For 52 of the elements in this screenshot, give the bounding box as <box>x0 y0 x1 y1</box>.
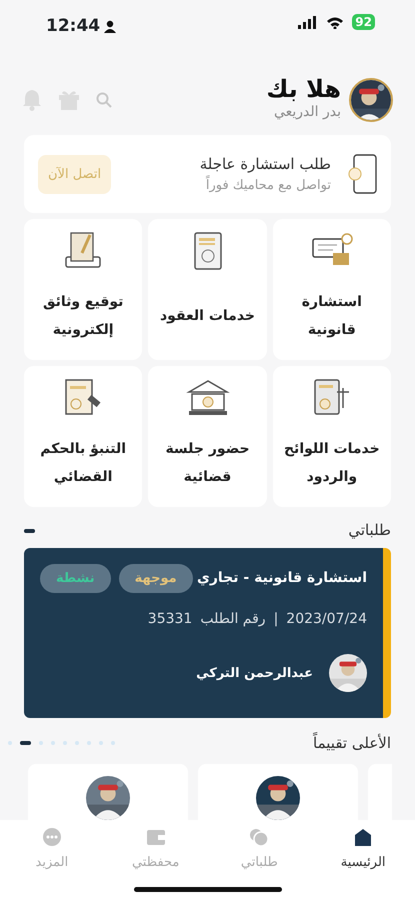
section-title: طلباتي <box>348 520 391 542</box>
service-card[interactable]: حضور جلسة قضائية <box>148 366 267 508</box>
wallet-icon <box>146 827 166 847</box>
service-label: التنبؤ بالحكم القضائي <box>40 440 126 487</box>
search-icon[interactable] <box>96 92 112 108</box>
request-number: 35331 <box>148 610 192 630</box>
urgent-title: طلب استشارة عاجلة <box>200 154 331 175</box>
service-label: حضور جلسة قضائية <box>165 440 250 487</box>
urgent-subtitle: تواصل مع محاميك فوراً <box>200 176 331 196</box>
lawyer-card[interactable] <box>28 764 188 820</box>
lawyer-card[interactable] <box>198 764 358 820</box>
page-indicator[interactable] <box>111 741 115 746</box>
status-tag: نشطة <box>40 564 111 594</box>
clock-time: 12:44 <box>46 15 100 38</box>
lawyer-name: عبدالرحمن التركي <box>196 664 313 683</box>
page-indicator[interactable] <box>87 741 91 746</box>
service-label: خدمات العقود <box>160 306 256 326</box>
service-card[interactable]: استشارة قانونية <box>272 219 391 360</box>
gift-icon[interactable] <box>58 90 80 110</box>
chat-bubbles-icon <box>249 827 270 847</box>
page-indicator[interactable] <box>39 741 43 746</box>
user-name: بدر الدريعي <box>272 103 341 122</box>
request-date: 2023/07/24 <box>286 610 367 630</box>
page-indicator-active[interactable] <box>20 741 31 746</box>
nav-tab[interactable]: الرئيسية <box>311 826 415 900</box>
page-indicator[interactable] <box>8 741 12 746</box>
page-indicator[interactable] <box>51 741 55 746</box>
request-title: استشارة قانونية - تجاري <box>197 569 367 588</box>
more-icon <box>42 827 62 847</box>
service-card[interactable]: التنبؤ بالحكم القضائي <box>24 366 142 508</box>
page-indicator[interactable] <box>99 741 103 746</box>
bell-icon[interactable] <box>22 88 42 111</box>
battery-level: 92 <box>352 14 375 30</box>
service-label: خدمات اللوائح والردود <box>284 440 380 487</box>
service-label: استشارة قانونية <box>302 292 362 340</box>
service-card[interactable]: توقيع وثائق إلكترونية <box>24 219 142 360</box>
service-card[interactable]: خدمات اللوائح والردود <box>272 366 391 508</box>
status-tag: موجهة <box>118 564 193 594</box>
home-icon <box>353 827 374 847</box>
signal-icon <box>298 16 318 28</box>
person-icon <box>104 20 116 34</box>
section-title: الأعلى تقييماً <box>313 732 391 754</box>
wifi-icon <box>326 16 344 28</box>
phone-chat-icon <box>347 154 377 194</box>
separator: | <box>274 610 278 630</box>
page-indicator[interactable] <box>63 741 67 746</box>
page-indicator[interactable] <box>75 741 79 746</box>
service-card[interactable]: خدمات العقود <box>148 219 267 360</box>
page-indicator-active[interactable] <box>24 528 35 533</box>
service-label: توقيع وثائق إلكترونية <box>42 292 124 340</box>
greeting: هلا بك <box>266 76 341 102</box>
request-number-label: رقم الطلب <box>200 610 266 630</box>
